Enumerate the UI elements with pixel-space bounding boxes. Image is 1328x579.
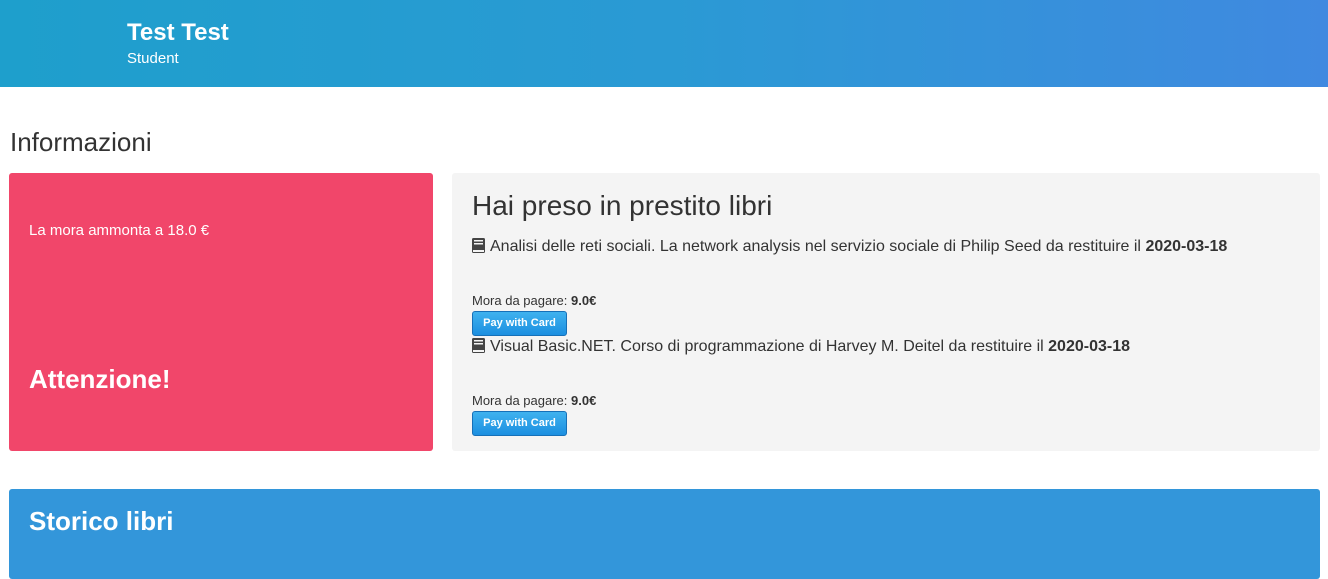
fee-label: Mora da pagare: <box>472 393 568 408</box>
borrowed-books-title: Hai preso in prestito libri <box>472 190 773 221</box>
book-history-title: Storico libri <box>29 506 174 536</box>
borrowed-books-card: Hai preso in prestito libri Analisi dell… <box>452 173 1320 451</box>
loan-description: Analisi delle reti sociali. La network a… <box>490 238 1141 255</box>
fee-line: Mora da pagare: 9.0€ <box>472 393 1302 409</box>
book-icon <box>472 338 485 353</box>
fee-value: 9.0€ <box>571 293 597 308</box>
book-icon <box>472 238 485 253</box>
alert-title: Attenzione! <box>29 364 171 394</box>
section-title: Informazioni <box>10 127 152 157</box>
fee-value: 9.0€ <box>571 393 597 408</box>
loan-due-date: 2020-03-18 <box>1145 238 1228 255</box>
loan-item: Analisi delle reti sociali. La network a… <box>472 237 1302 336</box>
loan-description: Visual Basic.NET. Corso di programmazion… <box>490 338 1044 355</box>
loan-item: Visual Basic.NET. Corso di programmazion… <box>472 337 1302 436</box>
loan-line: Analisi delle reti sociali. La network a… <box>472 237 1302 257</box>
fee-line: Mora da pagare: 9.0€ <box>472 293 1302 309</box>
alert-text: La mora ammonta a 18.0 € <box>29 222 210 239</box>
user-name: Test Test <box>127 19 229 46</box>
loan-line: Visual Basic.NET. Corso di programmazion… <box>472 337 1302 357</box>
fee-label: Mora da pagare: <box>472 293 568 308</box>
pay-with-card-button[interactable]: Pay with Card <box>472 311 567 336</box>
profile-header: Test Test Student <box>0 0 1328 87</box>
fee-alert-card: Attenzione! La mora ammonta a 18.0 € <box>9 173 433 451</box>
pay-with-card-button[interactable]: Pay with Card <box>472 411 567 436</box>
loan-due-date: 2020-03-18 <box>1048 338 1130 355</box>
user-role: Student <box>127 50 179 67</box>
